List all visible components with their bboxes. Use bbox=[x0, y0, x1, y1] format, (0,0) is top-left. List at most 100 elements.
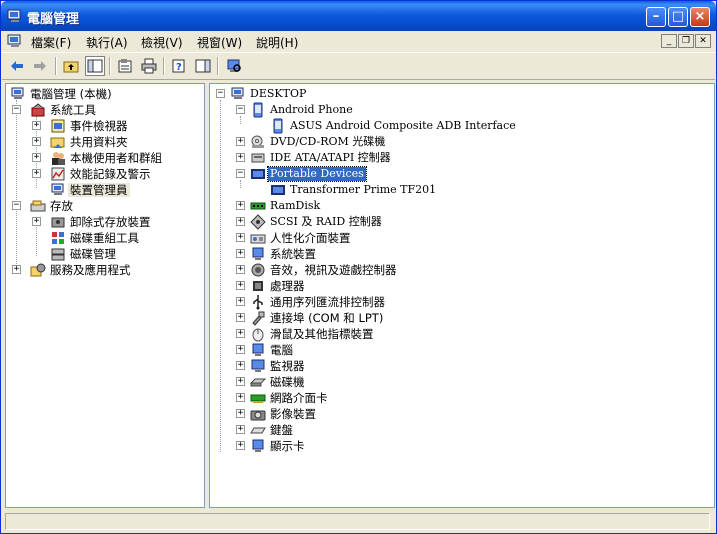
tree-node-disk-management[interactable]: 磁碟管理 bbox=[8, 246, 203, 262]
tree-node-device-manager[interactable]: 裝置管理員 bbox=[8, 182, 203, 198]
menu-window[interactable]: 視窗(W) bbox=[197, 34, 242, 51]
expand-toggle[interactable]: + bbox=[32, 217, 41, 226]
expand-toggle[interactable]: + bbox=[236, 377, 245, 386]
tree-node-ramdisk[interactable]: + RamDisk bbox=[212, 198, 712, 214]
expand-toggle[interactable]: + bbox=[236, 425, 245, 434]
mdi-restore-button[interactable]: ❐ bbox=[678, 34, 694, 48]
expand-toggle[interactable]: + bbox=[32, 153, 41, 162]
tree-node-scsi[interactable]: + SCSI 及 RAID 控制器 bbox=[212, 214, 712, 230]
device-tree-pane[interactable]: − DESKTOP − Android Phone ASUS Android C… bbox=[209, 83, 715, 508]
expand-toggle[interactable]: + bbox=[236, 265, 245, 274]
collapse-toggle[interactable]: − bbox=[236, 105, 245, 114]
tree-node-usb[interactable]: + 通用序列匯流排控制器 bbox=[212, 294, 712, 310]
collapse-toggle[interactable]: − bbox=[236, 169, 245, 178]
expand-toggle[interactable]: + bbox=[236, 249, 245, 258]
properties-icon[interactable] bbox=[115, 56, 135, 76]
tree-node-performance-logs[interactable]: + 效能記錄及警示 bbox=[8, 166, 203, 182]
expand-toggle[interactable]: + bbox=[236, 281, 245, 290]
expand-toggle[interactable]: + bbox=[236, 153, 245, 162]
performance-icon bbox=[51, 167, 65, 181]
tree-label: 事件檢視器 bbox=[70, 119, 128, 133]
tree-node-computer[interactable]: + 電腦 bbox=[212, 342, 712, 358]
menu-file[interactable]: 檔案(F) bbox=[31, 34, 71, 51]
forward-icon[interactable] bbox=[30, 56, 50, 76]
tree-node-desktop[interactable]: − DESKTOP bbox=[212, 86, 712, 102]
title-bar[interactable]: 電腦管理 – □ × bbox=[1, 1, 716, 31]
tree-node-ports[interactable]: + 連接埠 (COM 和 LPT) bbox=[212, 310, 712, 326]
tree-node-computer-management[interactable]: 電腦管理 (本機) bbox=[8, 86, 203, 102]
tree-node-local-users[interactable]: + 本機使用者和群組 bbox=[8, 150, 203, 166]
mouse-icon bbox=[252, 328, 264, 342]
scan-hardware-icon[interactable] bbox=[224, 56, 244, 76]
show-hide-action-pane-icon[interactable] bbox=[193, 56, 213, 76]
tree-node-shared-folders[interactable]: + 共用資料夾 bbox=[8, 134, 203, 150]
expand-toggle[interactable]: + bbox=[32, 121, 41, 130]
expand-toggle[interactable]: + bbox=[236, 313, 245, 322]
menu-action[interactable]: 執行(A) bbox=[86, 34, 128, 51]
tree-node-monitors[interactable]: + 監視器 bbox=[212, 358, 712, 374]
speaker-icon bbox=[251, 263, 265, 277]
tree-node-disk-drives[interactable]: + 磁碟機 bbox=[212, 374, 712, 390]
collapse-toggle[interactable]: − bbox=[12, 105, 21, 114]
help-icon[interactable]: ? bbox=[169, 56, 189, 76]
tree-node-portable-devices[interactable]: − Portable Devices bbox=[212, 166, 712, 182]
expand-toggle[interactable]: + bbox=[236, 345, 245, 354]
menu-view[interactable]: 檢視(V) bbox=[141, 34, 183, 51]
computer-management-window: 電腦管理 – □ × 檔案(F) 執行(A) 檢視(V) 視窗(W) 說明(H)… bbox=[0, 0, 717, 534]
expand-toggle[interactable]: + bbox=[236, 217, 245, 226]
tree-node-removable-storage[interactable]: + 卸除式存放裝置 bbox=[8, 214, 203, 230]
expand-toggle[interactable]: + bbox=[236, 201, 245, 210]
close-button[interactable]: × bbox=[690, 7, 710, 27]
tree-node-system-tools[interactable]: − 系統工具 bbox=[8, 102, 203, 118]
tree-node-mice[interactable]: + 滑鼠及其他指標裝置 bbox=[212, 326, 712, 342]
expand-toggle[interactable]: + bbox=[12, 265, 21, 274]
expand-toggle[interactable]: + bbox=[236, 441, 245, 450]
phone-icon bbox=[273, 118, 283, 134]
back-icon[interactable] bbox=[7, 56, 27, 76]
up-folder-icon[interactable] bbox=[61, 56, 81, 76]
system-menu-icon[interactable] bbox=[7, 34, 23, 48]
tree-node-transformer[interactable]: Transformer Prime TF201 bbox=[212, 182, 712, 198]
tree-node-adb-interface[interactable]: ASUS Android Composite ADB Interface bbox=[212, 118, 712, 134]
tree-node-imaging[interactable]: + 影像裝置 bbox=[212, 406, 712, 422]
tree-node-keyboards[interactable]: + 鍵盤 bbox=[212, 422, 712, 438]
port-icon bbox=[252, 311, 265, 326]
console-tree-pane[interactable]: 電腦管理 (本機) − 系統工具 + 事件檢視器 + 共用資料夾 + 本機使用者… bbox=[5, 83, 205, 508]
expand-toggle[interactable]: + bbox=[236, 137, 245, 146]
tree-node-event-viewer[interactable]: + 事件檢視器 bbox=[8, 118, 203, 134]
expand-toggle[interactable]: + bbox=[236, 329, 245, 338]
tree-node-storage[interactable]: − 存放 bbox=[8, 198, 203, 214]
tree-node-defragmenter[interactable]: 磁碟重組工具 bbox=[8, 230, 203, 246]
menu-help[interactable]: 說明(H) bbox=[256, 34, 298, 51]
tree-node-android-phone[interactable]: − Android Phone bbox=[212, 102, 712, 118]
tree-node-dvd[interactable]: + DVD/CD-ROM 光碟機 bbox=[212, 134, 712, 150]
tree-node-services-apps[interactable]: + 服務及應用程式 bbox=[8, 262, 203, 278]
tree-node-display[interactable]: + 顯示卡 bbox=[212, 438, 712, 454]
expand-toggle[interactable]: + bbox=[236, 297, 245, 306]
expand-toggle[interactable]: + bbox=[32, 137, 41, 146]
maximize-button[interactable]: □ bbox=[668, 7, 688, 27]
tree-node-processors[interactable]: + 處理器 bbox=[212, 278, 712, 294]
tree-label: 磁碟機 bbox=[270, 375, 305, 389]
tree-node-network[interactable]: + 網路介面卡 bbox=[212, 390, 712, 406]
show-hide-tree-icon[interactable] bbox=[85, 56, 105, 76]
disk-management-icon bbox=[51, 248, 65, 261]
defragmenter-icon bbox=[52, 232, 64, 244]
collapse-toggle[interactable]: − bbox=[12, 201, 21, 210]
expand-toggle[interactable]: + bbox=[236, 409, 245, 418]
expand-toggle[interactable]: + bbox=[236, 361, 245, 370]
print-icon[interactable] bbox=[139, 56, 159, 76]
minimize-button[interactable]: – bbox=[646, 7, 666, 27]
tree-label: 通用序列匯流排控制器 bbox=[270, 295, 385, 309]
status-cell bbox=[5, 513, 710, 530]
mdi-close-button[interactable]: ✕ bbox=[695, 34, 711, 48]
mdi-minimize-button[interactable]: _ bbox=[661, 34, 677, 48]
collapse-toggle[interactable]: − bbox=[216, 89, 225, 98]
tree-node-hid[interactable]: + 人性化介面裝置 bbox=[212, 230, 712, 246]
expand-toggle[interactable]: + bbox=[32, 169, 41, 178]
expand-toggle[interactable]: + bbox=[236, 393, 245, 402]
tree-node-sound[interactable]: + 音效，視訊及遊戲控制器 bbox=[212, 262, 712, 278]
expand-toggle[interactable]: + bbox=[236, 233, 245, 242]
tree-node-system-devices[interactable]: + 系統裝置 bbox=[212, 246, 712, 262]
tree-node-ide[interactable]: + IDE ATA/ATAPI 控制器 bbox=[212, 150, 712, 166]
